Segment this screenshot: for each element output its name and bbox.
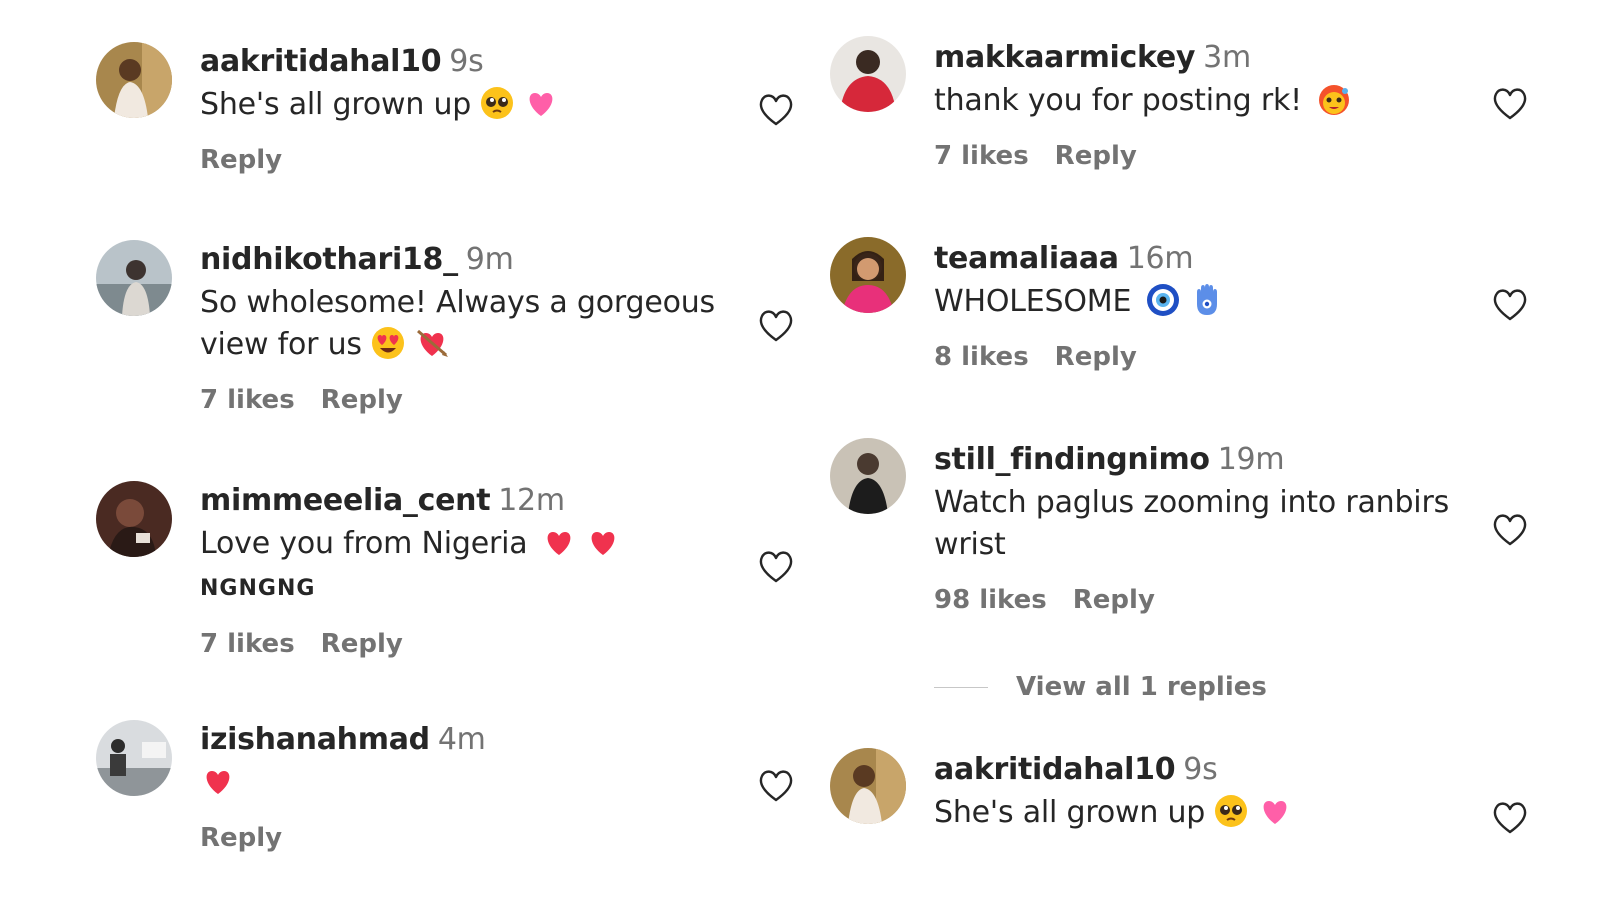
comment-text: She's all grown up	[934, 795, 1206, 830]
avatar[interactable]	[96, 240, 172, 316]
comment-username[interactable]: still_findingnimo	[934, 442, 1210, 477]
like-heart-icon[interactable]	[1490, 510, 1530, 550]
avatar[interactable]	[96, 481, 172, 557]
likes-count[interactable]: 7 likes	[200, 385, 295, 415]
reply-button[interactable]: Reply	[1055, 342, 1137, 372]
reply-button[interactable]: Reply	[1073, 585, 1155, 615]
comment-time: 9s	[449, 44, 484, 79]
like-heart-icon[interactable]	[756, 766, 796, 806]
reply-button[interactable]: Reply	[200, 823, 282, 853]
comment-username[interactable]: aakritidahal10	[200, 44, 442, 79]
view-replies-label: View all 1 replies	[1016, 672, 1267, 702]
comment-text: thank you for posting rk!	[934, 83, 1302, 118]
red-heart-emoji	[585, 524, 621, 560]
reply-divider-line	[934, 687, 988, 688]
comment-time: 16m	[1126, 241, 1194, 276]
comment-text: Watch paglus zooming into ranbirs wrist	[934, 485, 1450, 562]
nazar-amulet-emoji	[1145, 282, 1181, 318]
country-tag: NGNGNG	[200, 576, 316, 601]
comment-username[interactable]: izishanahmad	[200, 722, 430, 757]
pink-heart-emoji	[523, 85, 559, 121]
comment-time: 9m	[465, 242, 514, 277]
comment-username[interactable]: makkaarmickey	[934, 40, 1195, 75]
comment-username[interactable]: mimmeeelia_cent	[200, 483, 491, 518]
likes-count[interactable]: 7 likes	[200, 629, 295, 659]
comment-text: She's all grown up	[200, 87, 472, 122]
like-heart-icon[interactable]	[756, 547, 796, 587]
comment-time: 4m	[437, 722, 486, 757]
avatar[interactable]	[830, 36, 906, 112]
like-heart-icon[interactable]	[1490, 798, 1530, 838]
comment-username[interactable]: teamaliaaa	[934, 241, 1119, 276]
avatar[interactable]	[830, 237, 906, 313]
like-heart-icon[interactable]	[1490, 84, 1530, 124]
hot-face-emoji	[1316, 81, 1352, 117]
comment-time: 9s	[1183, 752, 1218, 787]
comment-text: WHOLESOME	[934, 284, 1132, 319]
heart-eyes-emoji	[370, 325, 406, 361]
comment-text: So wholesome! Always a gorgeous view for…	[200, 285, 715, 362]
like-heart-icon[interactable]	[1490, 285, 1530, 325]
pleading-face-emoji	[479, 85, 515, 121]
reply-button[interactable]: Reply	[321, 385, 403, 415]
comment-username[interactable]: aakritidahal10	[934, 752, 1176, 787]
comment-time: 12m	[498, 483, 565, 518]
heart-with-arrow-emoji	[414, 325, 450, 361]
avatar[interactable]	[830, 748, 906, 824]
pink-heart-emoji	[1257, 793, 1293, 829]
likes-count[interactable]: 7 likes	[934, 141, 1029, 171]
avatar[interactable]	[96, 42, 172, 118]
likes-count[interactable]: 8 likes	[934, 342, 1029, 372]
comment-text: Love you from Nigeria	[200, 526, 528, 561]
likes-count[interactable]: 98 likes	[934, 585, 1047, 615]
reply-button[interactable]: Reply	[1055, 141, 1137, 171]
avatar[interactable]	[830, 438, 906, 514]
like-heart-icon[interactable]	[756, 90, 796, 130]
reply-button[interactable]: Reply	[321, 629, 403, 659]
avatar[interactable]	[96, 720, 172, 796]
pleading-face-emoji	[1213, 793, 1249, 829]
view-replies-button[interactable]: View all 1 replies	[934, 672, 1267, 702]
red-heart-emoji	[200, 763, 236, 799]
comment-time: 19m	[1217, 442, 1285, 477]
comment-username[interactable]: nidhikothari18_	[200, 242, 458, 277]
hamsa-emoji	[1189, 282, 1225, 318]
like-heart-icon[interactable]	[756, 306, 796, 346]
reply-button[interactable]: Reply	[200, 145, 282, 175]
red-heart-emoji	[541, 524, 577, 560]
comment-time: 3m	[1203, 40, 1251, 75]
